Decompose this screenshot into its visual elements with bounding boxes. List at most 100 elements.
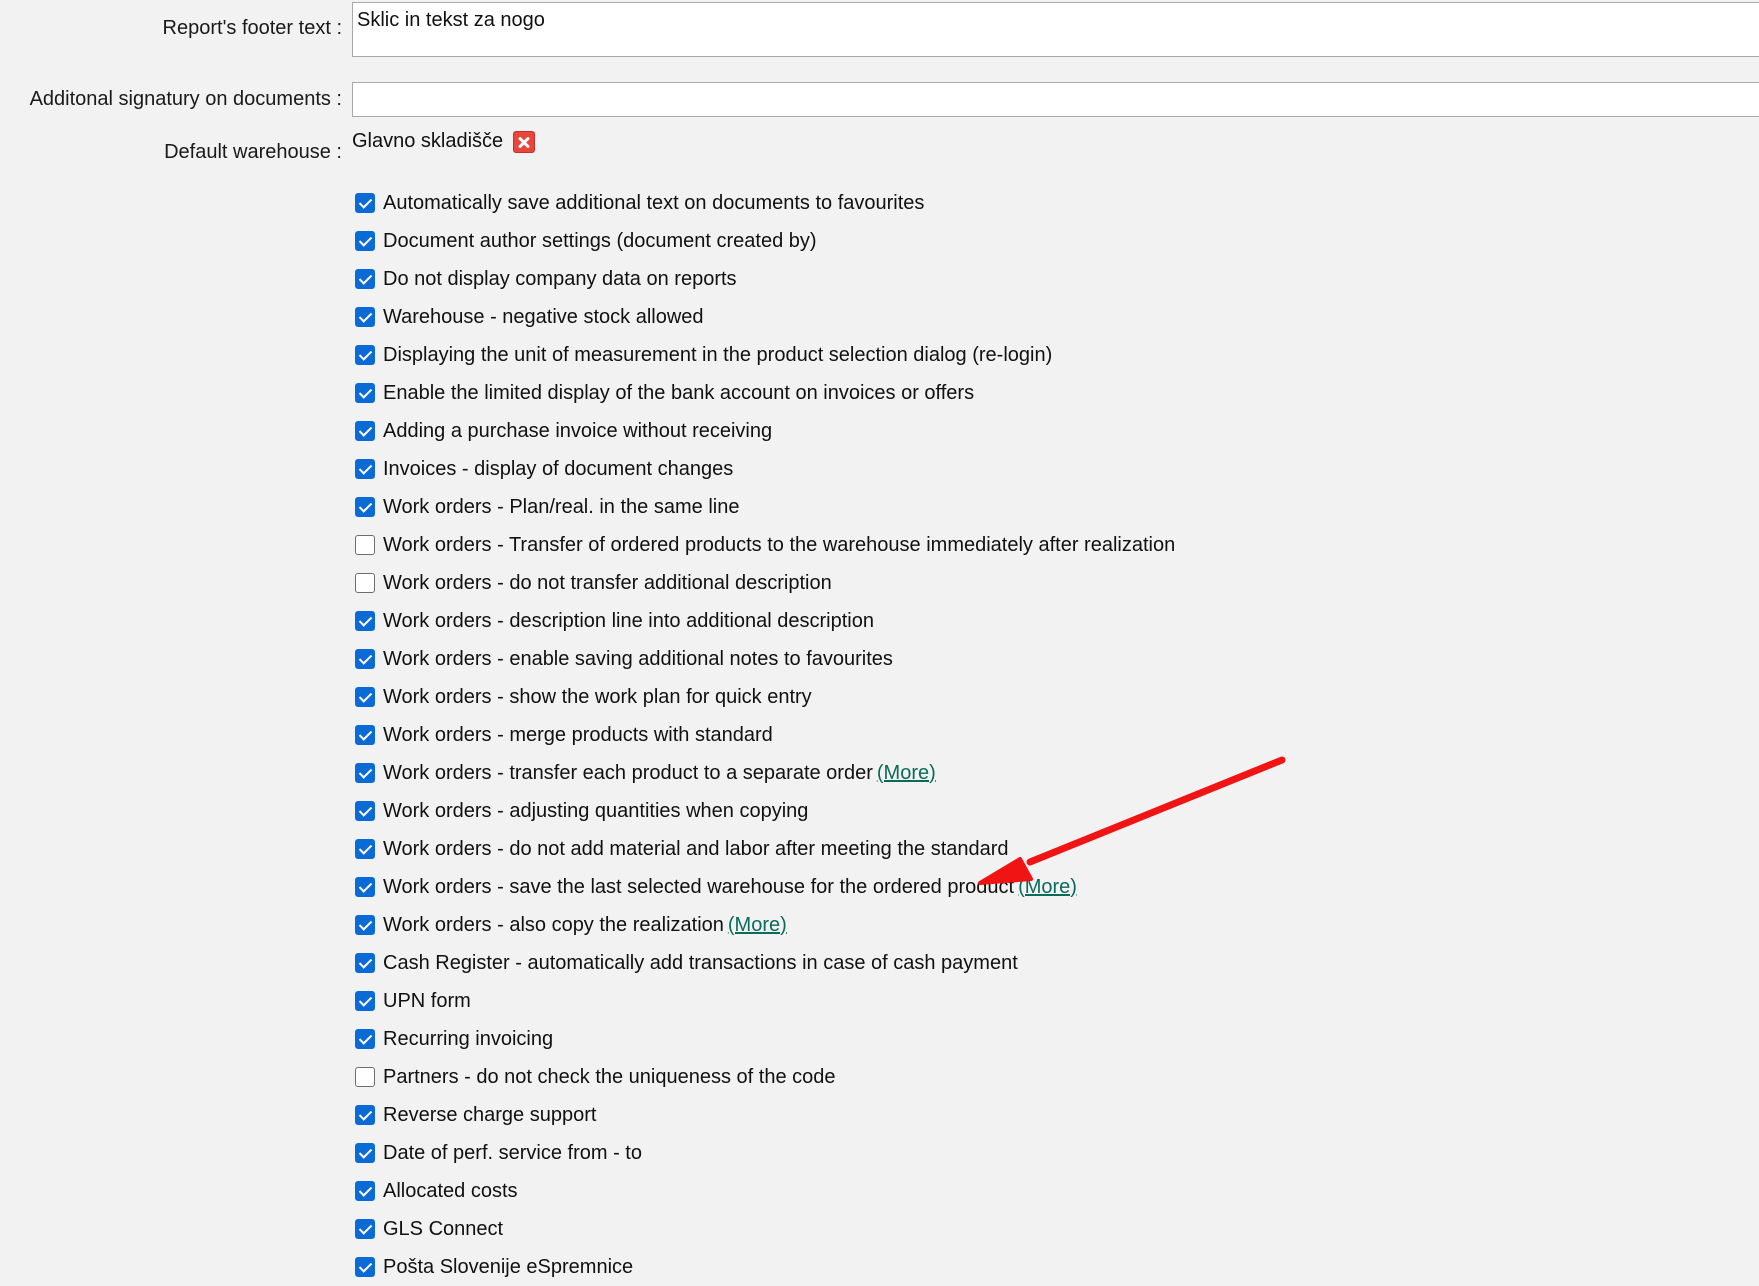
option-row: Work orders - also copy the realization(… <box>355 906 1175 944</box>
option-row: Work orders - Transfer of ordered produc… <box>355 526 1175 564</box>
option-label[interactable]: Partners - do not check the uniqueness o… <box>383 1066 836 1089</box>
option-checkbox[interactable] <box>355 1029 375 1049</box>
option-label[interactable]: Work orders - enable saving additional n… <box>383 648 893 671</box>
option-checkbox[interactable] <box>355 839 375 859</box>
footer-text-row: Report's footer text : Sklic in tekst za… <box>0 0 1759 70</box>
option-checkbox[interactable] <box>355 725 375 745</box>
option-checkbox[interactable] <box>355 231 375 251</box>
option-row: Work orders - description line into addi… <box>355 602 1175 640</box>
option-checkbox[interactable] <box>355 763 375 783</box>
option-label[interactable]: GLS Connect <box>383 1218 503 1241</box>
warehouse-label: Default warehouse : <box>164 141 342 163</box>
option-label[interactable]: UPN form <box>383 990 471 1013</box>
option-row: Work orders - do not add material and la… <box>355 830 1175 868</box>
option-label[interactable]: Enable the limited display of the bank a… <box>383 382 974 405</box>
option-label[interactable]: Allocated costs <box>383 1180 518 1203</box>
option-label[interactable]: Work orders - save the last selected war… <box>383 876 1014 899</box>
option-row: Reverse charge support <box>355 1096 1175 1134</box>
option-checkbox[interactable] <box>355 1181 375 1201</box>
option-checkbox[interactable] <box>355 649 375 669</box>
option-label[interactable]: Work orders - show the work plan for qui… <box>383 686 812 709</box>
signature-row: Additonal signatury on documents : <box>0 70 1759 120</box>
footer-text-input[interactable]: Sklic in tekst za nogo <box>352 2 1759 57</box>
option-checkbox[interactable] <box>355 497 375 517</box>
option-checkbox[interactable] <box>355 421 375 441</box>
option-checkbox[interactable] <box>355 383 375 403</box>
option-label[interactable]: Work orders - do not add material and la… <box>383 838 1009 861</box>
option-row: Recurring invoicing <box>355 1020 1175 1058</box>
option-checkbox[interactable] <box>355 953 375 973</box>
option-label[interactable]: Document author settings (document creat… <box>383 230 817 253</box>
option-checkbox[interactable] <box>355 345 375 365</box>
option-checkbox[interactable] <box>355 991 375 1011</box>
option-label[interactable]: Cash Register - automatically add transa… <box>383 952 1018 975</box>
option-label[interactable]: Work orders - merge products with standa… <box>383 724 773 747</box>
option-checkbox[interactable] <box>355 535 375 555</box>
option-row: UPN form <box>355 982 1175 1020</box>
option-label[interactable]: Work orders - adjusting quantities when … <box>383 800 808 823</box>
warehouse-name: Glavno skladišče <box>352 130 504 152</box>
option-checkbox[interactable] <box>355 1067 375 1087</box>
option-label[interactable]: Work orders - also copy the realization <box>383 914 724 937</box>
option-label[interactable]: Adding a purchase invoice without receiv… <box>383 420 772 443</box>
option-row: Displaying the unit of measurement in th… <box>355 336 1175 374</box>
option-label[interactable]: Date of perf. service from - to <box>383 1142 642 1165</box>
option-row: Automatically save additional text on do… <box>355 184 1175 222</box>
option-label[interactable]: Do not display company data on reports <box>383 268 737 291</box>
footer-text-label: Report's footer text : <box>162 17 342 39</box>
option-label[interactable]: Pošta Slovenije eSpremnice <box>383 1256 633 1279</box>
option-checkbox[interactable] <box>355 307 375 327</box>
remove-icon[interactable] <box>513 130 536 153</box>
option-row: Warehouse - negative stock allowed <box>355 298 1175 336</box>
option-label[interactable]: Warehouse - negative stock allowed <box>383 306 704 329</box>
option-row: Invoices - display of document changes <box>355 450 1175 488</box>
option-row: GLS Connect <box>355 1210 1175 1248</box>
option-checkbox[interactable] <box>355 1143 375 1163</box>
option-checkbox[interactable] <box>355 687 375 707</box>
warehouse-row: Default warehouse : Glavno skladišče <box>0 124 1759 164</box>
more-link[interactable]: (More) <box>1018 876 1077 899</box>
option-row: Work orders - merge products with standa… <box>355 716 1175 754</box>
option-row: Work orders - adjusting quantities when … <box>355 792 1175 830</box>
signature-label: Additonal signatury on documents : <box>29 88 342 110</box>
signature-input[interactable] <box>352 82 1759 117</box>
option-label[interactable]: Recurring invoicing <box>383 1028 553 1051</box>
option-checkbox[interactable] <box>355 1105 375 1125</box>
option-label[interactable]: Automatically save additional text on do… <box>383 192 924 215</box>
option-label[interactable]: Reverse charge support <box>383 1104 596 1127</box>
option-checkbox[interactable] <box>355 1219 375 1239</box>
option-row: Do not display company data on reports <box>355 260 1175 298</box>
warehouse-value: Glavno skladišče <box>352 130 536 153</box>
option-row: Document author settings (document creat… <box>355 222 1175 260</box>
option-checkbox[interactable] <box>355 915 375 935</box>
option-label[interactable]: Work orders - do not transfer additional… <box>383 572 832 595</box>
option-row: Pošta Slovenije eSpremnice <box>355 1248 1175 1286</box>
option-checkbox[interactable] <box>355 459 375 479</box>
more-link[interactable]: (More) <box>728 914 787 937</box>
option-checkbox[interactable] <box>355 611 375 631</box>
option-checkbox[interactable] <box>355 269 375 289</box>
option-row: Work orders - transfer each product to a… <box>355 754 1175 792</box>
option-checkbox[interactable] <box>355 801 375 821</box>
option-checkbox[interactable] <box>355 573 375 593</box>
option-row: Cash Register - automatically add transa… <box>355 944 1175 982</box>
option-label[interactable]: Displaying the unit of measurement in th… <box>383 344 1052 367</box>
option-checkbox[interactable] <box>355 193 375 213</box>
option-label[interactable]: Work orders - description line into addi… <box>383 610 874 633</box>
option-row: Work orders - enable saving additional n… <box>355 640 1175 678</box>
option-label[interactable]: Work orders - transfer each product to a… <box>383 762 873 785</box>
option-row: Date of perf. service from - to <box>355 1134 1175 1172</box>
settings-options-list: Automatically save additional text on do… <box>355 184 1175 1286</box>
option-row: Work orders - do not transfer additional… <box>355 564 1175 602</box>
option-row: Adding a purchase invoice without receiv… <box>355 412 1175 450</box>
option-checkbox[interactable] <box>355 877 375 897</box>
option-label[interactable]: Work orders - Plan/real. in the same lin… <box>383 496 739 519</box>
option-row: Work orders - show the work plan for qui… <box>355 678 1175 716</box>
option-label[interactable]: Invoices - display of document changes <box>383 458 733 481</box>
option-checkbox[interactable] <box>355 1257 375 1277</box>
more-link[interactable]: (More) <box>877 762 936 785</box>
option-label[interactable]: Work orders - Transfer of ordered produc… <box>383 534 1175 557</box>
option-row: Enable the limited display of the bank a… <box>355 374 1175 412</box>
option-row: Work orders - save the last selected war… <box>355 868 1175 906</box>
option-row: Partners - do not check the uniqueness o… <box>355 1058 1175 1096</box>
